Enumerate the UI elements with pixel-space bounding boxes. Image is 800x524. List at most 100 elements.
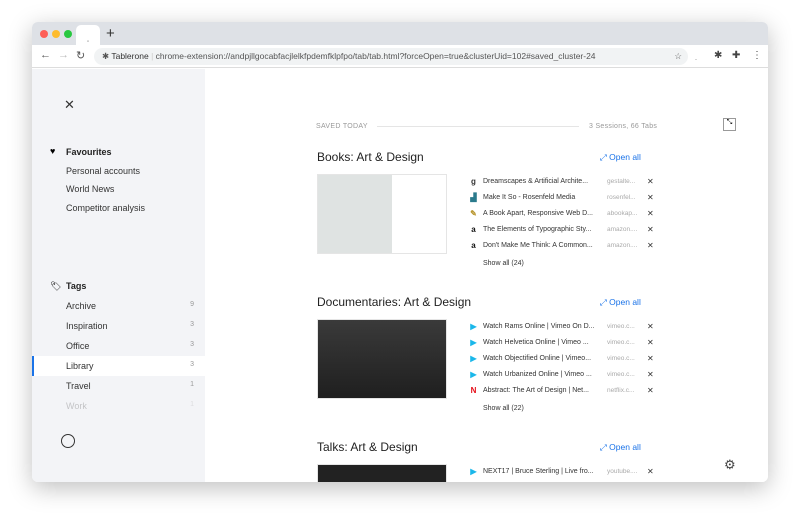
favicon-icon: N <box>469 386 478 395</box>
remove-tab-icon[interactable]: ✕ <box>647 209 654 218</box>
open-all-button[interactable]: ⤢ Open all <box>600 152 641 163</box>
favourite-item[interactable]: Competitor analysis <box>66 203 145 213</box>
tab-domain: amazon.... <box>607 226 637 233</box>
tab-domain: gestalte... <box>607 178 635 185</box>
tag-item-library[interactable]: Library 3 <box>32 356 205 376</box>
group-title: Documentaries: Art & Design <box>317 295 471 309</box>
address-bar[interactable]: ✱ Tablerone | chrome-extension://andpjll… <box>94 48 688 65</box>
tag-label: Archive <box>66 301 96 311</box>
puzzle-icon[interactable]: ✱ <box>714 50 722 61</box>
tab-title[interactable]: A Book Apart, Responsive Web D... <box>483 210 593 217</box>
tags-heading: Tags <box>66 281 86 291</box>
favicon-icon: ✎ <box>469 209 478 218</box>
remove-tab-icon[interactable]: ✕ <box>647 193 654 202</box>
tag-item-travel[interactable]: Travel1 <box>32 376 205 396</box>
tab-domain: youtube.... <box>607 468 637 475</box>
tag-item-inspiration[interactable]: Inspiration3 <box>32 316 205 336</box>
tag-item-archive[interactable]: Archive 9 <box>32 296 205 316</box>
group-title: Books: Art & Design <box>317 150 424 164</box>
tab-title[interactable]: Dreamscapes & Artificial Archite... <box>483 178 588 185</box>
heart-icon: ♥ <box>50 146 55 156</box>
remove-tab-icon[interactable]: ✕ <box>647 225 654 234</box>
tab-title[interactable]: Watch Rams Online | Vimeo On D... <box>483 323 595 330</box>
remove-tab-icon[interactable]: ✕ <box>647 354 654 363</box>
tab-row[interactable]: ▶ Watch Objectified Online | Vimeo... vi… <box>469 353 659 367</box>
show-all-link[interactable]: Show all (24) <box>483 260 524 267</box>
tab-title[interactable]: Don't Make Me Think: A Common... <box>483 242 593 249</box>
favicon-icon: ▶ <box>469 370 478 379</box>
tag-count: 3 <box>190 341 194 348</box>
favicon-icon: g <box>469 177 478 186</box>
group-thumbnail[interactable] <box>317 464 447 482</box>
remove-tab-icon[interactable]: ✕ <box>647 467 654 476</box>
tag-label: Travel <box>66 381 91 391</box>
tag-count: 3 <box>190 361 194 368</box>
group-thumbnail[interactable] <box>317 174 447 254</box>
main-content: SAVED TODAY 3 Sessions, 66 Tabs ⤡ ⚙ Book… <box>205 69 768 482</box>
maximize-window-button[interactable] <box>64 30 72 38</box>
show-all-link[interactable]: Show all (22) <box>483 405 524 412</box>
tab-row[interactable]: ✎ A Book Apart, Responsive Web D... aboo… <box>469 208 659 222</box>
title-bar: ׅ + <box>32 22 768 45</box>
tab-title[interactable]: Watch Objectified Online | Vimeo... <box>483 355 591 362</box>
tab-row[interactable]: a Don't Make Me Think: A Common... amazo… <box>469 240 659 254</box>
tab-row[interactable]: ▶ Watch Helvetica Online | Vimeo ... vim… <box>469 337 659 351</box>
remove-tab-icon[interactable]: ✕ <box>647 338 654 347</box>
tab-row[interactable]: N Abstract: The Art of Design | Net... n… <box>469 385 659 399</box>
favicon-icon: ▶ <box>469 354 478 363</box>
tag-label: Library <box>66 361 94 371</box>
close-icon[interactable]: ✕ <box>64 97 75 113</box>
open-external-icon: ⤢ <box>600 152 609 162</box>
star-icon[interactable]: ☆ <box>674 48 682 65</box>
tab-row[interactable]: g Dreamscapes & Artificial Archite... ge… <box>469 176 659 190</box>
remove-tab-icon[interactable]: ✕ <box>647 322 654 331</box>
help-icon[interactable] <box>61 434 75 448</box>
tag-icon: 🏷 <box>50 281 61 292</box>
back-icon[interactable]: ← <box>40 49 51 61</box>
tab-row[interactable]: ▶ Watch Rams Online | Vimeo On D... vime… <box>469 321 659 335</box>
settings-icon[interactable]: ⚙ <box>724 457 736 473</box>
remove-tab-icon[interactable]: ✕ <box>647 177 654 186</box>
tab-domain: amazon.... <box>607 242 637 249</box>
favourite-item[interactable]: Personal accounts <box>66 166 140 176</box>
close-window-button[interactable] <box>40 30 48 38</box>
favicon-icon: ▟ <box>469 193 478 202</box>
menu-icon[interactable]: ⋮ <box>752 50 762 61</box>
tab-domain: vimeo.c... <box>607 339 635 346</box>
favourite-item[interactable]: World News <box>66 184 114 194</box>
tab-domain: abookap... <box>607 210 637 217</box>
tag-item-work[interactable]: Work1 <box>32 396 205 416</box>
remove-tab-icon[interactable]: ✕ <box>647 370 654 379</box>
remove-tab-icon[interactable]: ✕ <box>647 241 654 250</box>
tab-row[interactable]: ▶ Watch Urbanized Online | Vimeo ... vim… <box>469 369 659 383</box>
group-thumbnail[interactable] <box>317 319 447 399</box>
remove-tab-icon[interactable]: ✕ <box>647 386 654 395</box>
tab-title[interactable]: NEXT17 | Bruce Sterling | Live fro... <box>483 468 594 475</box>
tag-count: 1 <box>190 401 194 408</box>
tab-title[interactable]: The Elements of Typographic Sty... <box>483 226 591 233</box>
open-all-label: Open all <box>609 442 641 452</box>
tab-row[interactable]: ▶ NEXT17 | Bruce Sterling | Live fro... … <box>469 466 659 480</box>
collapse-icon[interactable]: ⤡ <box>723 118 736 131</box>
tag-count: 9 <box>190 301 194 308</box>
tag-item-office[interactable]: Office3 <box>32 336 205 356</box>
browser-tab[interactable]: ׅ <box>76 25 100 45</box>
favicon-icon: a <box>469 225 478 234</box>
forward-icon[interactable]: → <box>58 49 69 61</box>
saved-today-label: SAVED TODAY <box>316 123 368 130</box>
open-all-button[interactable]: ⤢ Open all <box>600 442 641 453</box>
reload-icon[interactable]: ↻ <box>76 49 85 62</box>
open-all-button[interactable]: ⤢ Open all <box>600 297 641 308</box>
favicon-icon: a <box>469 241 478 250</box>
tab-title[interactable]: Abstract: The Art of Design | Net... <box>483 387 589 394</box>
group-title: Talks: Art & Design <box>317 440 418 454</box>
tab-title[interactable]: Watch Helvetica Online | Vimeo ... <box>483 339 589 346</box>
tab-title[interactable]: Watch Urbanized Online | Vimeo ... <box>483 371 592 378</box>
new-tab-button[interactable]: + <box>106 25 115 42</box>
minimize-window-button[interactable] <box>52 30 60 38</box>
sidebar: ✕ ♥ Favourites Personal accounts World N… <box>32 69 205 482</box>
extension-icon[interactable]: ✚ <box>732 50 740 61</box>
tab-row[interactable]: ▟ Make It So - Rosenfeld Media rosenfel.… <box>469 192 659 206</box>
tab-title[interactable]: Make It So - Rosenfeld Media <box>483 194 575 201</box>
tab-row[interactable]: a The Elements of Typographic Sty... ama… <box>469 224 659 238</box>
